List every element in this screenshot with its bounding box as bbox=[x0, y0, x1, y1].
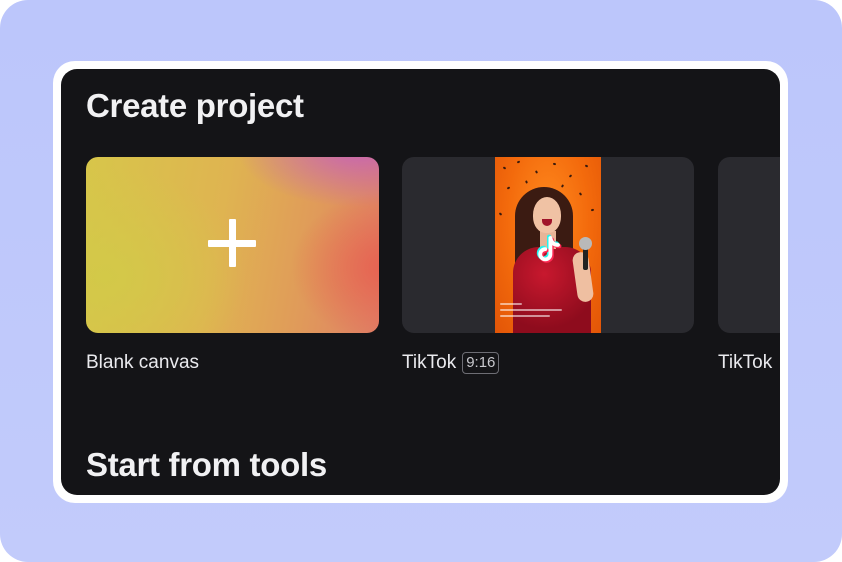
blank-canvas-card[interactable] bbox=[86, 157, 379, 333]
blank-canvas-label: Blank canvas bbox=[86, 352, 200, 373]
tiktok-template-card[interactable] bbox=[402, 157, 694, 333]
start-from-tools-title: Start from tools bbox=[86, 446, 327, 483]
tiktok-preview-image bbox=[495, 157, 601, 333]
aspect-ratio-badge: 9:16 bbox=[462, 352, 500, 374]
tiktok-template-card-2[interactable] bbox=[718, 157, 780, 333]
tiktok-logo-icon bbox=[536, 234, 562, 263]
create-project-panel: Create project Blank canvas TikTok 9:16 … bbox=[61, 69, 780, 495]
tiktok-template-label-2: TikTok bbox=[718, 352, 773, 373]
tiktok-template-label: TikTok 9:16 bbox=[402, 352, 500, 374]
tiktok-template-name: TikTok bbox=[402, 352, 457, 373]
create-project-title: Create project bbox=[86, 87, 304, 124]
